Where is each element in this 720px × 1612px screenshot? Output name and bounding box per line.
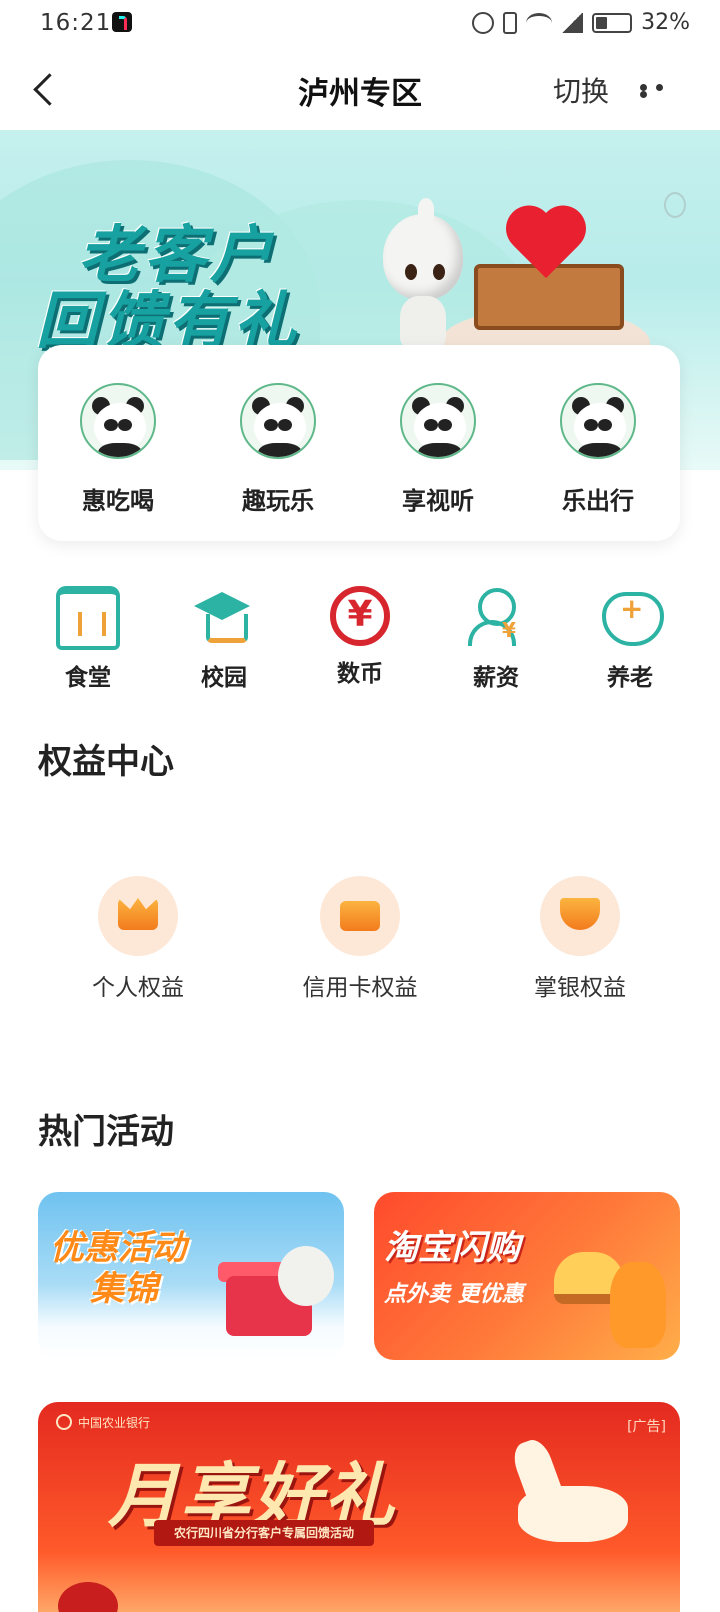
bank-name: 中国农业银行 bbox=[78, 1416, 151, 1430]
canteen-icon bbox=[56, 586, 120, 650]
panda-headphones-icon bbox=[400, 383, 476, 459]
graduation-cap-icon bbox=[192, 586, 256, 650]
rights-credit-card[interactable]: 信用卡权益 bbox=[270, 876, 450, 1002]
alarm-icon bbox=[472, 11, 495, 34]
ad-ribbon: 农行四川省分行客户专属回馈活动 bbox=[154, 1520, 374, 1546]
activity-subtitle: 点外卖 更优惠 bbox=[384, 1282, 524, 1307]
service-salary[interactable]: 薪资 bbox=[446, 586, 546, 692]
elderly-care-icon bbox=[598, 586, 664, 650]
service-label: 校园 bbox=[201, 665, 247, 691]
rights-label: 掌银权益 bbox=[534, 975, 626, 1001]
tiktok-notification-icon bbox=[112, 12, 132, 32]
mascot-illustration bbox=[278, 1246, 334, 1306]
category-label: 乐出行 bbox=[562, 487, 634, 515]
horse-illustration bbox=[498, 1426, 648, 1576]
rights-mobile-bank[interactable]: 掌银权益 bbox=[490, 876, 670, 1002]
digital-yuan-icon bbox=[330, 586, 390, 646]
battery-icon bbox=[592, 12, 633, 33]
service-campus[interactable]: 校园 bbox=[174, 586, 274, 692]
rights-label: 信用卡权益 bbox=[302, 975, 418, 1001]
crown-icon bbox=[98, 876, 178, 956]
treasure-chest-illustration bbox=[468, 200, 628, 330]
category-item[interactable]: 惠吃喝 bbox=[58, 383, 178, 516]
status-time: 16:21 bbox=[40, 10, 112, 36]
rights-label: 个人权益 bbox=[92, 975, 184, 1001]
service-elderly[interactable]: 养老 bbox=[580, 586, 680, 692]
hot-activities-title: 热门活动 bbox=[38, 1112, 174, 1152]
mascot-illustration bbox=[610, 1262, 666, 1348]
rights-center-title: 权益中心 bbox=[38, 742, 174, 782]
wifi-icon bbox=[526, 12, 553, 33]
category-item[interactable]: 乐出行 bbox=[538, 383, 658, 516]
credit-card-icon bbox=[320, 876, 400, 956]
category-label: 享视听 bbox=[402, 487, 474, 515]
activity-card-taobao[interactable]: 淘宝闪购 点外卖 更优惠 bbox=[374, 1192, 680, 1360]
salary-icon bbox=[464, 586, 528, 650]
category-card: 惠吃喝 趣玩乐 享视听 乐出行 bbox=[38, 345, 680, 541]
service-label: 养老 bbox=[607, 665, 653, 691]
rights-personal[interactable]: 个人权益 bbox=[48, 876, 228, 1002]
vibrate-icon bbox=[503, 11, 518, 34]
category-item[interactable]: 享视听 bbox=[378, 383, 498, 516]
switch-region-button[interactable]: 切换 bbox=[553, 70, 609, 110]
service-label: 数币 bbox=[337, 661, 383, 687]
more-options-icon[interactable] bbox=[640, 84, 684, 98]
activity-title: 淘宝闪购 bbox=[384, 1228, 520, 1268]
service-label: 薪资 bbox=[473, 665, 519, 691]
activity-title-line2: 集锦 bbox=[90, 1268, 158, 1309]
lantern-illustration bbox=[58, 1582, 118, 1612]
hand-money-icon bbox=[540, 876, 620, 956]
status-indicators: 32% bbox=[472, 10, 690, 35]
service-label: 食堂 bbox=[65, 665, 111, 691]
balloon-icon bbox=[664, 192, 686, 218]
page-title: 泸州专区 bbox=[298, 76, 422, 112]
service-canteen[interactable]: 食堂 bbox=[38, 586, 138, 692]
signal-5g-icon bbox=[561, 12, 584, 33]
panda-fan-icon bbox=[240, 383, 316, 459]
activity-card-promotions[interactable]: 优惠活动 集锦 bbox=[38, 1192, 344, 1360]
category-label: 趣玩乐 bbox=[242, 487, 314, 515]
mascot-illustration bbox=[378, 196, 468, 348]
service-digital-yuan[interactable]: 数币 bbox=[310, 586, 410, 688]
activity-title: 优惠活动 集锦 bbox=[50, 1228, 186, 1310]
battery-percent: 32% bbox=[641, 10, 690, 35]
ad-banner[interactable]: 中国农业银行 [广告] 月享好礼 农行四川省分行客户专属回馈活动 bbox=[38, 1402, 680, 1612]
panda-bamboo-icon bbox=[80, 383, 156, 459]
abc-logo-icon bbox=[56, 1414, 72, 1430]
nav-bar: 泸州专区 切换 bbox=[0, 48, 720, 130]
status-bar: 16:21 32% bbox=[0, 0, 720, 48]
category-label: 惠吃喝 bbox=[82, 487, 154, 515]
panda-book-icon bbox=[560, 383, 636, 459]
activity-title-line1: 优惠活动 bbox=[50, 1228, 186, 1268]
category-item[interactable]: 趣玩乐 bbox=[218, 383, 338, 516]
